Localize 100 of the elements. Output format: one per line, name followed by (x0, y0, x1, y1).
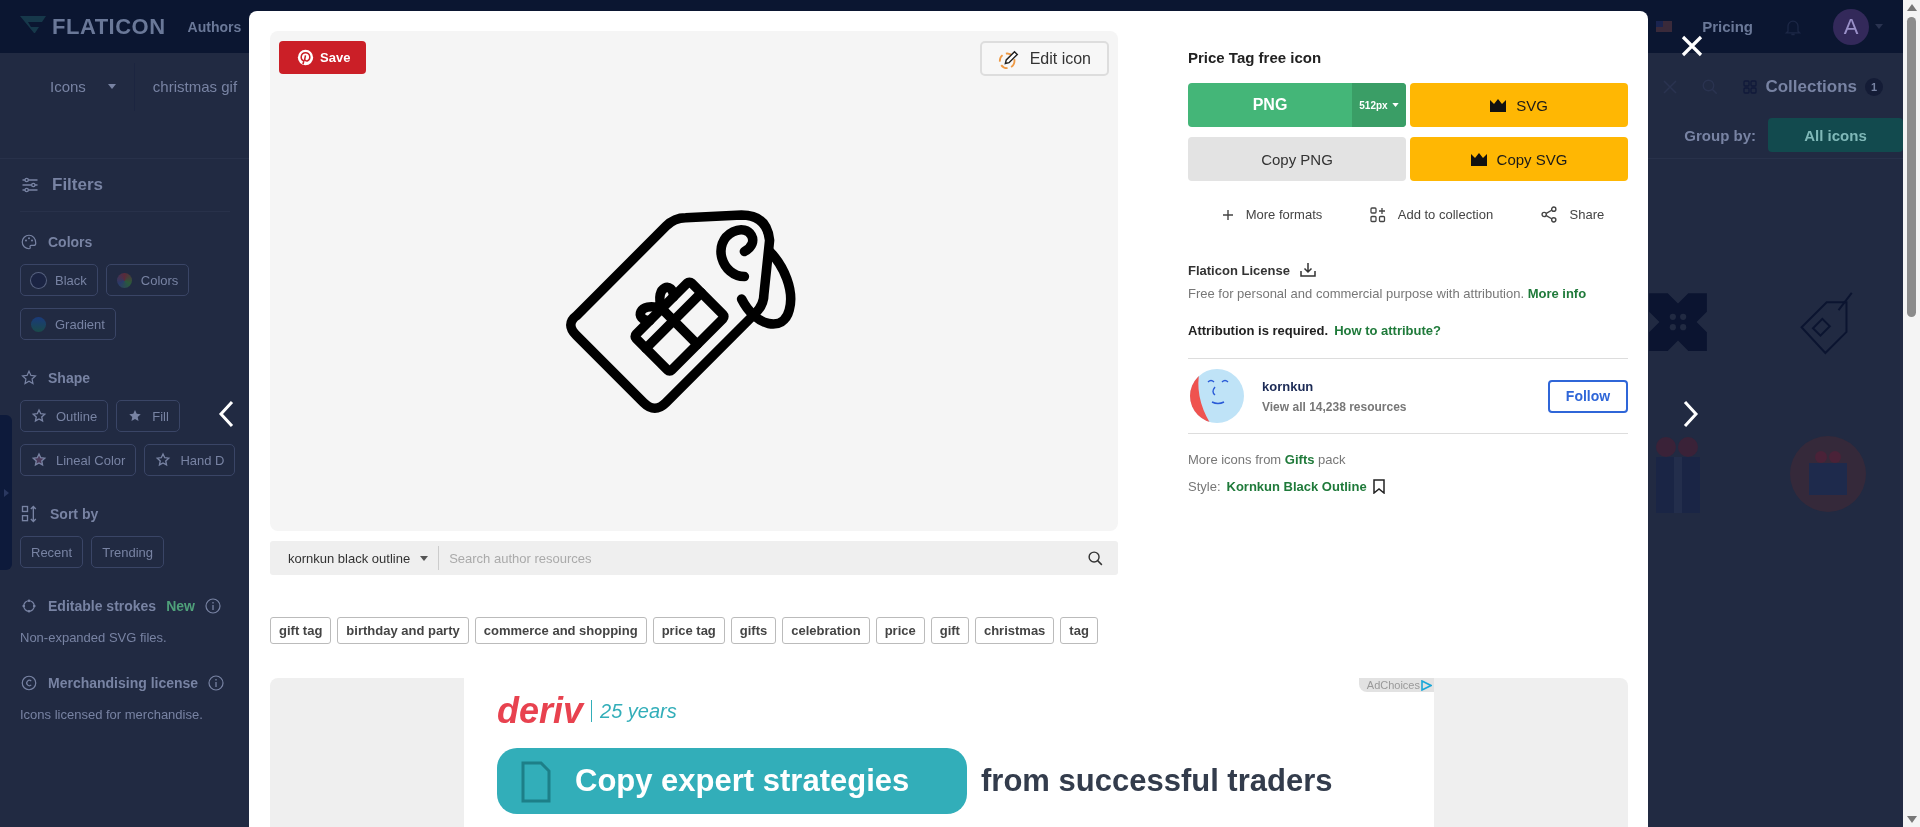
png-download-button[interactable]: PNG 512px (1188, 83, 1406, 127)
group-by-label: Group by: (1684, 126, 1756, 144)
tag-chip[interactable]: gift tag (270, 617, 332, 644)
section-title: Shape (48, 370, 90, 386)
tag-chip[interactable]: birthday and party (337, 617, 469, 644)
tag-chip[interactable]: gifts (730, 617, 777, 644)
caret-icon (420, 555, 429, 561)
action-button[interactable]: Share (1534, 205, 1611, 224)
star-outline-icon (31, 452, 47, 468)
search-icon[interactable] (1087, 549, 1104, 567)
play-icon (1421, 679, 1432, 691)
scrollbar-thumb[interactable] (1907, 17, 1916, 317)
star-outline-icon (155, 452, 172, 468)
attribution-text: Attribution is required. (1188, 323, 1329, 338)
type-dropdown[interactable]: Icons (20, 62, 135, 111)
gradient-swatch (31, 316, 46, 332)
ad-anniversary: 25 years (600, 699, 677, 723)
style-link[interactable]: Kornkun Black Outline (1226, 479, 1367, 494)
tag-chip[interactable]: christmas (974, 617, 1055, 644)
download-icon[interactable] (1299, 262, 1316, 278)
info-icon[interactable] (208, 675, 225, 691)
filter-chip[interactable]: Trending (91, 536, 165, 568)
section-title: Sort by (50, 506, 99, 522)
add-collection-icon (1369, 206, 1386, 223)
palette-icon (20, 233, 38, 251)
share-icon (1540, 206, 1558, 223)
ad-banner[interactable]: deriv 25 years Copy expert strategies from successful traders AdChoices (464, 678, 1434, 827)
search-query[interactable]: christmas gif (152, 78, 238, 95)
crown-icon (1490, 98, 1507, 112)
section-title: Editable strokes (48, 598, 157, 614)
tag-chip[interactable]: gift (930, 617, 969, 644)
svg-download-button[interactable]: SVG (1410, 83, 1628, 127)
collections-button[interactable]: Collections 1 (1743, 76, 1883, 97)
filter-chip[interactable]: Colors (105, 264, 190, 296)
style-label: Style: (1188, 479, 1221, 494)
caret-icon (1875, 24, 1883, 29)
section-title: Colors (48, 234, 93, 250)
author-name[interactable]: kornkun (1262, 378, 1407, 394)
size-dropdown[interactable]: 512px (1352, 83, 1406, 127)
more-info-link[interactable]: More info (1527, 286, 1587, 301)
author-avatar[interactable] (1190, 369, 1244, 423)
caret-icon (1391, 103, 1399, 107)
section-title: Merchandising license (48, 675, 199, 691)
section-note: Non-expanded SVG files. (20, 630, 168, 645)
edit-icon-button[interactable]: Edit icon (979, 41, 1109, 76)
bookmark-icon[interactable] (1372, 479, 1385, 494)
tag-chip[interactable]: price tag (652, 617, 725, 644)
ad-headline: Copy expert strategies (575, 763, 910, 799)
caret-icon (3, 488, 9, 497)
star-outline-icon (31, 408, 47, 424)
pack-link[interactable]: Gifts (1284, 452, 1315, 467)
tag-chip[interactable]: commerce and shopping (474, 617, 647, 644)
collections-label: Collections (1765, 76, 1857, 97)
filter-chip[interactable]: Hand D (144, 444, 236, 476)
logo-text[interactable]: FLATICON (52, 13, 166, 40)
author-resources-link[interactable]: View all 14,238 resources (1262, 399, 1407, 414)
path-icon (20, 597, 38, 615)
author-search-bar[interactable]: kornkun black outline Search author resources (270, 541, 1118, 575)
nav-link[interactable]: Authors (187, 18, 242, 35)
filter-chip[interactable]: Black (20, 264, 98, 296)
filters-icon (20, 175, 40, 195)
section-note: Icons licensed for merchandise. (20, 707, 204, 722)
license-title: Flaticon License (1188, 262, 1290, 278)
save-button[interactable]: Save (279, 41, 367, 74)
info-icon[interactable] (204, 598, 221, 614)
ad-headline-rest: from successful traders (981, 763, 1333, 799)
scroll-up-icon[interactable] (1906, 4, 1917, 11)
pricing-link[interactable]: Pricing (1702, 18, 1753, 35)
filter-chip[interactable]: Outline (20, 400, 109, 432)
tag-chip[interactable]: tag (1060, 617, 1098, 644)
sidebar-toggle[interactable] (0, 415, 12, 570)
filter-chip[interactable]: Gradient (20, 308, 116, 340)
pack-text: More icons from Gifts pack (1188, 452, 1347, 467)
filters-title: Filters (52, 175, 104, 195)
collections-count: 1 (1865, 77, 1883, 96)
filter-chip[interactable]: Recent (20, 536, 84, 568)
action-button[interactable]: Add to collection (1363, 205, 1500, 224)
follow-button[interactable]: Follow (1548, 379, 1628, 413)
new-label: New (166, 598, 195, 614)
how-to-attribute-link[interactable]: How to attribute? (1334, 323, 1441, 338)
copy-svg-button[interactable]: Copy SVG (1410, 137, 1628, 181)
ad-brand: deriv (497, 690, 584, 732)
filter-chip[interactable]: Fill (116, 400, 180, 432)
icon-title: Price Tag free icon (1188, 49, 1323, 66)
user-avatar[interactable]: A (1833, 8, 1869, 45)
license-text: Free for personal and commercial purpose with attribution. More info (1188, 286, 1588, 301)
scroll-down-icon[interactable] (1906, 816, 1917, 823)
plus-icon (1221, 208, 1234, 221)
tag-chip[interactable]: price (875, 617, 925, 644)
tag-chip[interactable]: celebration (782, 617, 870, 644)
action-button[interactable]: More formats (1215, 205, 1329, 224)
stars-icon (20, 369, 38, 387)
author-style-dropdown[interactable]: kornkun black outline (270, 546, 440, 570)
filter-chip[interactable]: Lineal Color (20, 444, 137, 476)
document-icon (521, 759, 551, 803)
crown-icon (1470, 152, 1487, 166)
all-icons-button[interactable]: All icons (1768, 118, 1903, 152)
copy-png-button[interactable]: Copy PNG (1188, 137, 1406, 181)
multicolor-swatch (116, 272, 132, 288)
copyright-icon (20, 674, 38, 692)
